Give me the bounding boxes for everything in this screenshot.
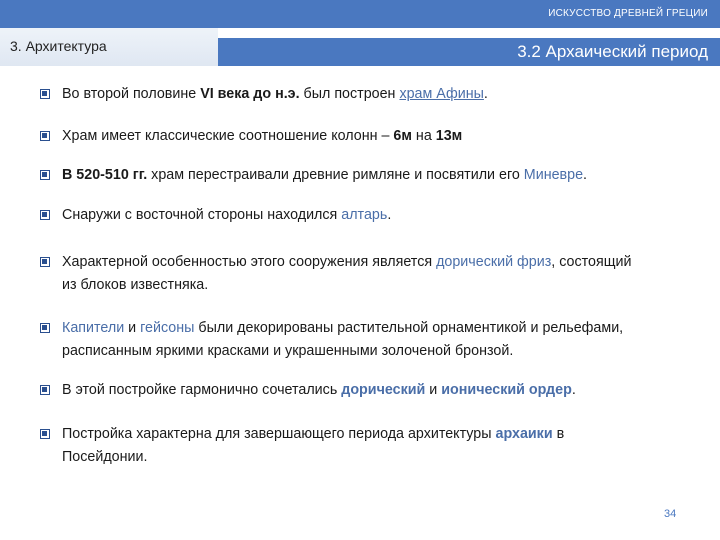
checkbox-bullet-icon	[40, 385, 50, 395]
bullet-item-7: В этой постройке гармонично сочетались д…	[40, 379, 576, 402]
checkbox-bullet-icon	[40, 210, 50, 220]
slide-subtitle: 3.2 Архаический период	[517, 42, 708, 61]
header-bar: ИСКУССТВО ДРЕВНЕЙ ГРЕЦИИ	[0, 0, 720, 28]
course-title: ИСКУССТВО ДРЕВНЕЙ ГРЕЦИИ	[548, 8, 708, 19]
checkbox-bullet-icon	[40, 89, 50, 99]
page-number: 34	[664, 508, 677, 520]
section-tab: 3. Архитектура	[0, 28, 218, 66]
checkbox-bullet-icon	[40, 323, 50, 333]
checkbox-bullet-icon	[40, 170, 50, 180]
subtitle-bar: 3.2 Архаический период	[218, 38, 720, 66]
bullet-item-4: Снаружи с восточной стороны находился ал…	[40, 204, 391, 227]
temple-athena-link[interactable]: храм Афины	[399, 86, 483, 102]
bullet-item-8: Постройка характерна для завершающего пе…	[40, 423, 564, 469]
bullet-item-2: Храм имеет классические соотношение коло…	[40, 125, 462, 148]
checkbox-bullet-icon	[40, 131, 50, 141]
bullet-item-5: Характерной особенностью этого сооружени…	[40, 251, 631, 297]
section-title: 3. Архитектура	[10, 38, 107, 54]
bullet-item-3: В 520-510 гг. храм перестраивали древние…	[40, 164, 587, 187]
checkbox-bullet-icon	[40, 429, 50, 439]
bullet-item-1: Во второй половине VI века до н.э. был п…	[40, 83, 488, 106]
checkbox-bullet-icon	[40, 257, 50, 267]
bullet-item-6: Капители и гейсоны были декорированы рас…	[40, 317, 623, 363]
